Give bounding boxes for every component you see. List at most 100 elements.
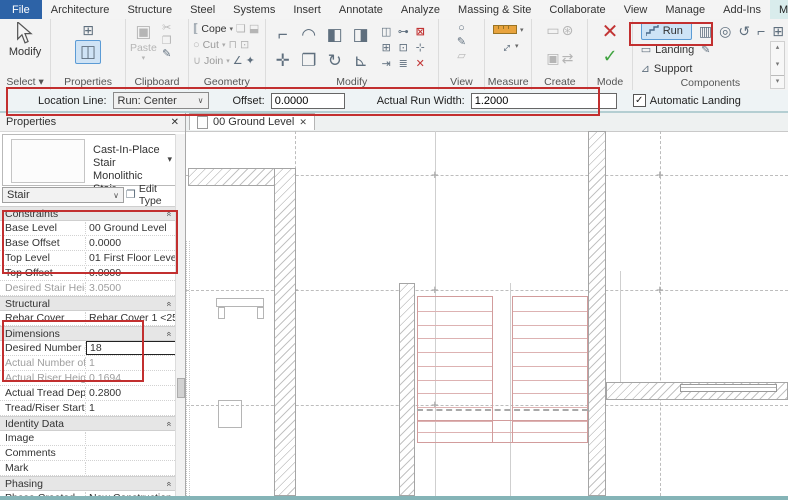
stair-run-right[interactable] bbox=[512, 296, 588, 420]
property-value[interactable]: 0.2800 bbox=[86, 387, 177, 399]
move-icon[interactable]: ✛ bbox=[276, 51, 290, 71]
property-value[interactable]: 1 bbox=[86, 402, 177, 414]
fixture[interactable] bbox=[218, 400, 242, 428]
property-row-tread-riser-start[interactable]: Tread/Riser Start ...1 bbox=[0, 401, 177, 416]
property-row-desired-number-o[interactable]: Desired Number o...18 bbox=[0, 341, 177, 356]
collapse-chevron-icon[interactable]: « bbox=[164, 331, 174, 336]
property-row-base-level[interactable]: Base Level00 Ground Level bbox=[0, 221, 177, 236]
finish-stair-icon[interactable]: ✓ bbox=[603, 46, 618, 66]
close-icon[interactable]: ✕ bbox=[299, 117, 307, 128]
support-button[interactable]: ⊿ Support bbox=[641, 63, 693, 75]
split-with-gap-icon[interactable]: ⊶ bbox=[398, 26, 409, 38]
casework[interactable] bbox=[216, 298, 264, 307]
array-icon[interactable]: ⊞ bbox=[382, 42, 391, 54]
copy-icon[interactable]: ❐ bbox=[162, 35, 172, 47]
paste-button[interactable]: ▣ Paste ▾ bbox=[130, 22, 157, 62]
property-value[interactable]: 0.0000 bbox=[86, 267, 177, 279]
property-row-mark[interactable]: Mark bbox=[0, 461, 177, 476]
stair-landing[interactable] bbox=[417, 420, 588, 443]
tab-view[interactable]: View bbox=[615, 0, 657, 19]
create-similar-icon[interactable]: ⊛ bbox=[562, 22, 574, 38]
type-selector[interactable]: Cast-In-Place Stair Monolithic Stair ▾ bbox=[2, 134, 177, 186]
sketch-icon[interactable]: ✎ bbox=[701, 44, 710, 56]
align-icon[interactable]: ⌐ bbox=[278, 25, 288, 45]
scroll-down-icon[interactable]: ▾ bbox=[776, 59, 780, 71]
wall[interactable] bbox=[588, 131, 606, 496]
tab-analyze[interactable]: Analyze bbox=[392, 0, 449, 19]
tab-manage[interactable]: Manage bbox=[656, 0, 714, 19]
property-value[interactable]: 3.0500 bbox=[86, 282, 177, 294]
section-header-dimensions[interactable]: Dimensions« bbox=[0, 326, 177, 341]
property-value[interactable]: 0.0000 bbox=[86, 237, 177, 249]
full-step-spiral-icon[interactable]: ◎ bbox=[719, 23, 731, 39]
angle-icon[interactable]: ∠ bbox=[233, 55, 243, 67]
unjoin-icon[interactable]: ⊓ bbox=[228, 39, 237, 51]
measure-ruler-icon[interactable] bbox=[493, 25, 517, 34]
actual-run-width-input[interactable] bbox=[471, 93, 617, 109]
section-header-identity-data[interactable]: Identity Data« bbox=[0, 416, 177, 431]
tab-architecture[interactable]: Architecture bbox=[42, 0, 119, 19]
collapse-chevron-icon[interactable]: « bbox=[164, 211, 174, 216]
cut-icon[interactable]: ✂ bbox=[162, 22, 172, 34]
property-row-image[interactable]: Image bbox=[0, 431, 177, 446]
components-scrollbar[interactable]: ▴ ▾ ▾ bbox=[770, 41, 785, 89]
section-header-constraints[interactable]: Constraints« bbox=[0, 206, 177, 221]
view-tab-ground-level[interactable]: 00 Ground Level ✕ bbox=[189, 113, 315, 130]
automatic-landing-checkbox[interactable]: ✓ bbox=[633, 94, 646, 107]
wall[interactable] bbox=[399, 283, 415, 496]
center-ends-spiral-icon[interactable]: ↺ bbox=[738, 23, 750, 39]
location-line-select[interactable]: Run: Center ∨ bbox=[113, 92, 209, 109]
override-graphics-icon[interactable]: ✎ bbox=[457, 36, 466, 48]
create-group-icon[interactable]: ▭ bbox=[546, 22, 559, 38]
pin-icon[interactable]: ⊹ bbox=[416, 42, 425, 54]
property-value[interactable]: 00 Ground Level bbox=[86, 222, 177, 234]
unpin-icon[interactable]: ⊠ bbox=[416, 26, 425, 38]
tab-collaborate[interactable]: Collaborate bbox=[540, 0, 614, 19]
cancel-stair-icon[interactable]: ✕ bbox=[602, 22, 619, 42]
property-value[interactable]: 18 bbox=[86, 341, 185, 355]
collapse-chevron-icon[interactable]: « bbox=[164, 481, 174, 486]
tab-insert[interactable]: Insert bbox=[284, 0, 330, 19]
run-button[interactable]: Run bbox=[641, 22, 692, 40]
properties-scrollbar[interactable] bbox=[175, 134, 185, 496]
property-row-rebar-cover[interactable]: Rebar CoverRebar Cover 1 <25 ... bbox=[0, 311, 177, 326]
scrollbar-thumb[interactable] bbox=[177, 378, 185, 398]
split-element-icon[interactable]: ◫ bbox=[381, 26, 391, 38]
section-header-structural[interactable]: Structural« bbox=[0, 296, 177, 311]
cope-button[interactable]: ⟦ Cope ▾ ❏ ⬓ bbox=[193, 21, 259, 36]
tab-file[interactable]: File bbox=[0, 0, 42, 19]
join-geometry-button[interactable]: ∪ Join ▾ ∠ ✦ bbox=[193, 53, 255, 68]
tab-modify-create-stair[interactable]: Modify | Create Stair bbox=[770, 0, 788, 19]
property-row-desired-stair-height[interactable]: Desired Stair Height3.0500 bbox=[0, 281, 177, 296]
property-row-top-offset[interactable]: Top Offset0.0000 bbox=[0, 266, 177, 281]
measure-between-icon[interactable]: ↔ bbox=[494, 35, 515, 56]
property-row-actual-tread-depth[interactable]: Actual Tread Depth0.2800 bbox=[0, 386, 177, 401]
u-shape-winder-icon[interactable]: ⊞ bbox=[772, 23, 784, 39]
tab-structure[interactable]: Structure bbox=[118, 0, 181, 19]
property-row-actual-number-of[interactable]: Actual Number of ...1 bbox=[0, 356, 177, 371]
trim-multiple-icon[interactable]: ⇥ bbox=[382, 58, 391, 70]
rotate-icon[interactable]: ↻ bbox=[328, 51, 342, 71]
property-value[interactable]: Rebar Cover 1 <25 ... bbox=[86, 312, 177, 324]
extend-multiple-icon[interactable]: ≣ bbox=[399, 58, 408, 70]
cut-geometry-button[interactable]: ○ Cut ▾ ⊓ ⊡ bbox=[193, 37, 249, 52]
profile-icon[interactable]: ⊡ bbox=[240, 39, 249, 51]
panel-label-select[interactable]: Select ▾ bbox=[0, 76, 50, 90]
collapse-chevron-icon[interactable]: « bbox=[164, 301, 174, 306]
tab-massing-site[interactable]: Massing & Site bbox=[449, 0, 540, 19]
match-type-icon[interactable]: ✎ bbox=[162, 48, 172, 60]
offset-icon[interactable]: ◠ bbox=[301, 25, 316, 45]
demolish-icon[interactable]: ✦ bbox=[246, 55, 255, 67]
tab-add-ins[interactable]: Add-Ins bbox=[714, 0, 770, 19]
railing-component-icon[interactable]: ▥ bbox=[699, 23, 712, 39]
element-filter-select[interactable]: Stair ∨ bbox=[2, 187, 124, 203]
property-row-comments[interactable]: Comments bbox=[0, 446, 177, 461]
scale-icon[interactable]: ⊡ bbox=[399, 42, 408, 54]
create-assembly-icon[interactable]: ▣ bbox=[546, 50, 559, 66]
offset-input[interactable] bbox=[271, 93, 345, 109]
property-row-base-offset[interactable]: Base Offset0.0000 bbox=[0, 236, 177, 251]
tab-steel[interactable]: Steel bbox=[181, 0, 224, 19]
type-properties-icon[interactable]: ⊞ bbox=[82, 22, 94, 38]
property-value[interactable]: 01 First Floor Level bbox=[86, 252, 177, 264]
mirror-draw-axis-icon[interactable]: ◨ bbox=[353, 25, 369, 45]
